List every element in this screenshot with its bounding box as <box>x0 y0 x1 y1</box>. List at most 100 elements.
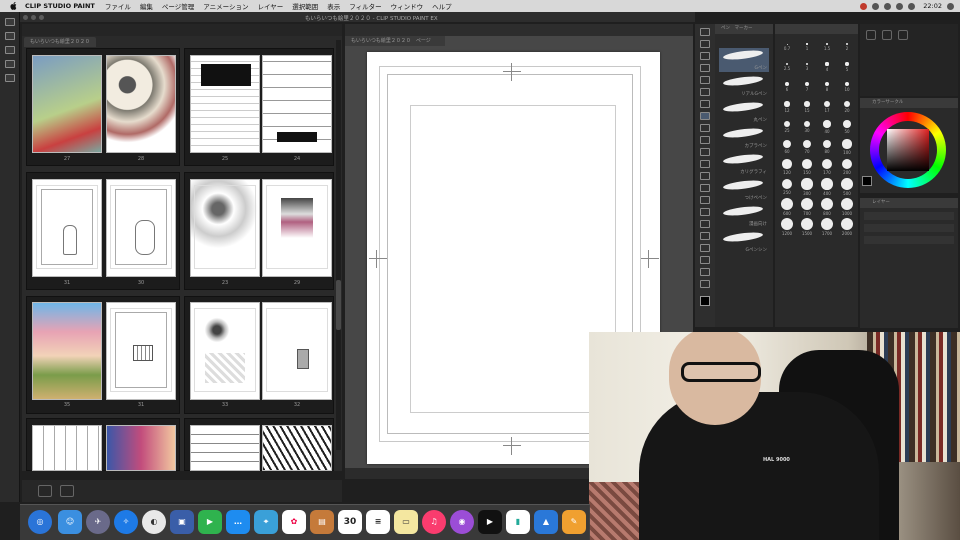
brush-size-option[interactable]: 6 <box>777 78 797 92</box>
brush-size-option[interactable]: 10 <box>837 78 857 92</box>
page-thumbnail[interactable] <box>190 425 260 471</box>
brush-size-option[interactable]: 1 <box>797 38 817 51</box>
brush-size-option[interactable]: 1.5 <box>817 38 837 51</box>
brush-size-option[interactable]: 30 <box>797 118 817 133</box>
podcasts-icon[interactable]: ◉ <box>450 510 474 534</box>
frame-tool-icon[interactable] <box>700 232 710 240</box>
page-thumbnail[interactable] <box>32 425 102 471</box>
brush-size-option[interactable]: 80 <box>817 138 837 154</box>
layer-opacity[interactable] <box>864 224 954 232</box>
brush-size-option[interactable]: 250 <box>777 178 797 195</box>
page-thumbnail[interactable] <box>106 302 176 400</box>
brush-size-option[interactable]: 120 <box>777 158 797 175</box>
brush-size-option[interactable]: 1700 <box>817 218 837 236</box>
brush-size-option[interactable]: 8 <box>817 78 837 92</box>
facetime-icon[interactable]: ▶ <box>198 510 222 534</box>
brush-size-option[interactable]: 150 <box>797 158 817 175</box>
brush-size-option[interactable]: 1000 <box>837 198 857 216</box>
saturation-value-square[interactable] <box>887 129 929 171</box>
page-thumbnail[interactable] <box>262 425 332 471</box>
brush-size-option[interactable]: 170 <box>817 158 837 175</box>
brush-calligraphy[interactable]: カリグラフィ <box>719 152 769 176</box>
balloon-tool-icon[interactable] <box>700 268 710 276</box>
brush-size-option[interactable]: 12 <box>777 98 797 113</box>
menu-page-management[interactable]: ページ管理 <box>162 1 194 11</box>
current-color-swatch[interactable] <box>862 176 872 186</box>
single-page-view-icon[interactable] <box>38 485 52 497</box>
brush-g-pen[interactable]: Gペン <box>719 48 769 72</box>
brush-size-option[interactable]: 400 <box>817 178 837 196</box>
clip-studio-icon[interactable]: ◐ <box>142 510 166 534</box>
page-thumbnail[interactable] <box>32 179 102 277</box>
main-color-swatch[interactable] <box>700 296 710 306</box>
brush-size-option[interactable]: 2.5 <box>777 58 797 71</box>
notes-icon[interactable]: ▤ <box>310 510 334 534</box>
navigator-icon[interactable] <box>882 30 892 40</box>
maps-icon[interactable]: ⌖ <box>254 510 278 534</box>
layer-toolbar[interactable] <box>864 236 954 244</box>
brush-size-option[interactable]: 800 <box>817 198 837 216</box>
page-thumbnail[interactable] <box>190 302 260 400</box>
tab-pen[interactable]: ペン <box>721 26 730 31</box>
redo-icon[interactable] <box>5 74 15 82</box>
brush-tool-icon[interactable] <box>700 136 710 144</box>
eyedropper-icon[interactable] <box>700 100 710 108</box>
brush-size-option[interactable]: 2000 <box>837 218 857 236</box>
brush-size-option[interactable]: 15 <box>797 98 817 113</box>
ruler-tool-icon[interactable] <box>700 244 710 252</box>
page-manager-scrollbar[interactable] <box>336 40 341 450</box>
pencil-tool-icon[interactable] <box>700 124 710 132</box>
brush-kabura-pen[interactable]: カブラペン <box>719 126 769 150</box>
finder-icon[interactable]: ☺ <box>58 510 82 534</box>
menu-view[interactable]: 表示 <box>327 1 340 11</box>
figure-tool-icon[interactable] <box>700 220 710 228</box>
safari-browser-icon[interactable]: ✧ <box>114 510 138 534</box>
brush-tsukepen[interactable]: つけぺペン <box>719 178 769 202</box>
numbers-icon[interactable]: ▮ <box>506 510 530 534</box>
layer-blend-mode[interactable] <box>864 212 954 220</box>
menu-file[interactable]: ファイル <box>105 1 131 11</box>
brush-size-option[interactable]: 2 <box>837 38 857 51</box>
brush-size-option[interactable]: 70 <box>797 138 817 154</box>
brush-size-option[interactable]: 5 <box>837 58 857 72</box>
text-tool-icon[interactable] <box>700 256 710 264</box>
open-file-icon[interactable] <box>5 32 15 40</box>
volume-icon[interactable] <box>896 2 904 10</box>
gradient-tool-icon[interactable] <box>700 208 710 216</box>
blend-tool-icon[interactable] <box>700 184 710 192</box>
app-menu[interactable]: CLIP STUDIO PAINT <box>25 2 95 10</box>
zoom-window-button[interactable] <box>39 14 44 20</box>
brush-real-g-pen[interactable]: リアルGペン <box>719 74 769 98</box>
page-thumbnail[interactable] <box>262 302 332 400</box>
move-layer-icon[interactable] <box>700 64 710 72</box>
brush-size-option[interactable]: 600 <box>777 198 797 216</box>
close-window-button[interactable] <box>23 14 28 20</box>
page-thumbnail[interactable] <box>106 425 176 471</box>
keynote-icon[interactable]: ▲ <box>534 510 558 534</box>
brush-size-option[interactable]: 50 <box>837 118 857 134</box>
brush-size-option[interactable]: 4 <box>817 58 837 72</box>
eraser-tool-icon[interactable] <box>700 172 710 180</box>
menu-edit[interactable]: 編集 <box>140 1 153 11</box>
brush-size-option[interactable]: 25 <box>777 118 797 133</box>
brush-size-option[interactable]: 3 <box>797 58 817 71</box>
scrollbar-thumb[interactable] <box>336 280 341 330</box>
messages-icon[interactable]: … <box>226 510 250 534</box>
selection-tool-icon[interactable] <box>700 76 710 84</box>
wifi-icon[interactable] <box>884 2 892 10</box>
hue-ring[interactable] <box>870 112 946 188</box>
operation-tool-icon[interactable] <box>700 52 710 60</box>
spread-view-icon[interactable] <box>60 485 74 497</box>
brush-size-option[interactable]: 20 <box>837 98 857 113</box>
photos-icon[interactable]: ✿ <box>282 510 306 534</box>
page-thumbnail[interactable] <box>262 55 332 153</box>
menu-selection[interactable]: 選択範囲 <box>292 1 318 11</box>
move-tool-icon[interactable] <box>700 40 710 48</box>
calendar-icon[interactable]: 30 <box>338 510 362 534</box>
brush-size-option[interactable]: 500 <box>837 178 857 196</box>
zoom-tool-icon[interactable] <box>700 28 710 36</box>
launchpad-icon[interactable]: ✈ <box>86 510 110 534</box>
brush-manga[interactable]: 漫画向け <box>719 204 769 228</box>
app-status-icon[interactable] <box>872 2 880 10</box>
new-file-icon[interactable] <box>5 18 15 26</box>
